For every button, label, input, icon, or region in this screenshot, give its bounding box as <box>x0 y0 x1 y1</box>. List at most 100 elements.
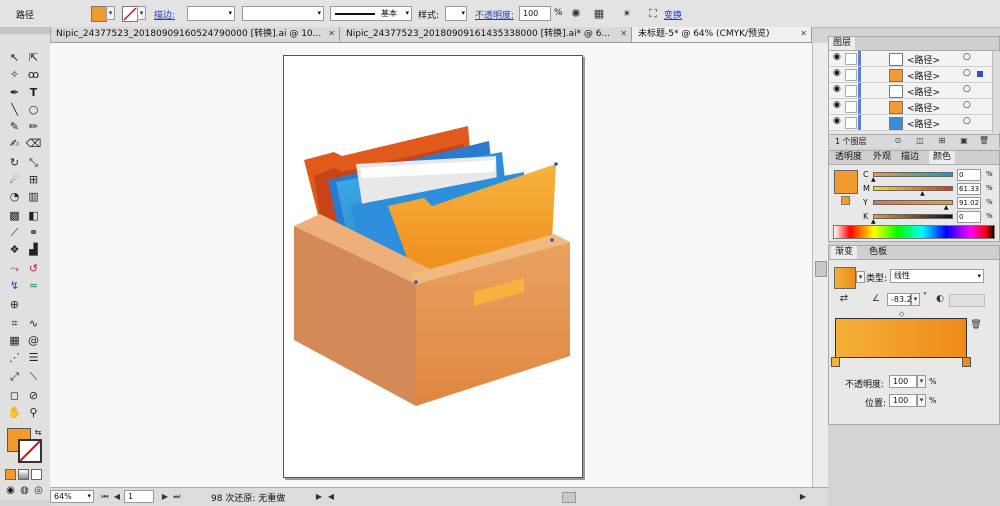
crosshair-tool-icon[interactable]: ⊕ <box>6 297 23 313</box>
gradient-thumbnail[interactable] <box>834 267 856 289</box>
transform-label[interactable]: 变换 <box>664 8 682 21</box>
opacity-field[interactable]: 100 <box>519 6 551 21</box>
target-circle-icon[interactable]: ○ <box>963 116 971 126</box>
new-layer-icon[interactable]: ▣ <box>957 134 971 148</box>
lock-toggle[interactable] <box>845 85 857 97</box>
clipping-mask-icon[interactable]: ◫ <box>913 134 927 148</box>
recolor-icon[interactable]: ✺ <box>569 7 583 21</box>
lasso-tool-icon[interactable]: ꝏ <box>25 67 42 83</box>
layer-row[interactable]: ◉ <路径> ○ <box>829 115 993 131</box>
mesh-tool-icon[interactable]: ▩ <box>6 208 23 224</box>
spiral-tool-icon[interactable]: @ <box>25 333 42 349</box>
zoom-field[interactable]: 64% ▾ <box>50 490 94 503</box>
channel-value[interactable]: 0 <box>957 211 981 223</box>
tab-color[interactable]: 颜色 <box>929 151 956 164</box>
rotate-tool-icon[interactable]: ↻ <box>6 155 23 171</box>
tab-document-3[interactable]: 未标题-5* @ 64% (CMYK/预览) ✕ <box>632 27 812 42</box>
close-icon[interactable]: ✕ <box>800 27 807 41</box>
stop-location-field[interactable]: 100 <box>889 394 917 407</box>
column-graph-tool-icon[interactable]: ▟ <box>25 242 42 258</box>
vertical-scrollbar[interactable] <box>812 43 828 487</box>
gradient-mode-icon[interactable] <box>18 469 29 480</box>
color-channel-c[interactable]: C ▲ 0% <box>829 169 993 183</box>
target-circle-icon[interactable]: ○ <box>963 68 971 78</box>
gradient-stop-end[interactable] <box>962 357 971 367</box>
layers-scrollbar[interactable] <box>992 51 1000 133</box>
slice-select-tool-icon[interactable]: ⊘ <box>25 388 42 404</box>
type-tool-icon[interactable]: T <box>25 85 42 101</box>
slider-handle-icon[interactable]: ▲ <box>944 204 949 211</box>
scatter-tool-icon[interactable]: ⋰ <box>6 350 23 366</box>
perspective-grid-tool-icon[interactable]: ▥ <box>25 189 42 205</box>
channel-value[interactable]: 0 <box>957 169 981 181</box>
grid-tool-icon[interactable]: ▦ <box>6 333 23 349</box>
channel-value[interactable]: 61.33 <box>957 183 981 195</box>
hand-tool-icon[interactable]: ✋ <box>6 405 23 421</box>
anchor-point[interactable] <box>414 280 418 284</box>
tab-swatches[interactable]: 色板 <box>865 246 891 259</box>
delete-stop-icon[interactable]: 🗑 <box>969 318 983 332</box>
tab-transparency[interactable]: 透明度 <box>831 151 866 164</box>
tab-document-2[interactable]: Nipic_24377523_20180909161435338000 [转换]… <box>340 27 632 42</box>
anchor-point[interactable] <box>550 238 554 242</box>
stop-opacity-dropdown[interactable]: ▾ <box>917 375 926 388</box>
lock-toggle[interactable] <box>845 101 857 113</box>
color-spectrum[interactable] <box>833 225 995 239</box>
blob-brush-tool-icon[interactable]: ✍ <box>6 136 23 152</box>
close-icon[interactable]: ✕ <box>328 27 335 41</box>
stroke-dropdown[interactable]: ▾ <box>137 6 146 20</box>
gradient-type-select[interactable]: 线性 ▾ <box>890 269 984 283</box>
color-channel-k[interactable]: K ▲ 0% <box>829 211 993 225</box>
style-swatch[interactable]: ▾ <box>445 6 467 21</box>
wave-tool-icon[interactable]: ≈ <box>25 278 42 294</box>
angle-dropdown[interactable]: ▾ <box>911 293 920 306</box>
slider-handle-icon[interactable]: ▲ <box>920 190 925 197</box>
tab-document-1[interactable]: Nipic_24377523_20180909160524790000 [转换]… <box>50 27 340 42</box>
channel-slider[interactable] <box>873 186 953 191</box>
stroke-weight-field[interactable]: ▾ <box>187 6 235 21</box>
lock-toggle[interactable] <box>845 69 857 81</box>
free-transform-tool-icon[interactable]: ⊞ <box>25 172 42 188</box>
none-mode-icon[interactable] <box>31 469 42 480</box>
angle-field[interactable]: -83.2 <box>887 293 912 306</box>
blend-tool-icon[interactable]: ⚭ <box>25 225 42 241</box>
warp-tool-icon[interactable]: ☄ <box>6 172 23 188</box>
scale-tool-icon[interactable]: ⤡ <box>25 155 42 171</box>
eye-icon[interactable]: ◉ <box>833 116 841 126</box>
gradient-preset-dropdown[interactable]: ▾ <box>856 271 865 283</box>
eye-icon[interactable]: ◉ <box>833 84 841 94</box>
channel-slider[interactable] <box>873 172 953 177</box>
opacity-label[interactable]: 不透明度: <box>475 8 514 21</box>
color-channel-y[interactable]: Y ▲ 91.02% <box>829 197 993 211</box>
close-icon[interactable]: ✕ <box>620 27 627 41</box>
shape-builder-tool-icon[interactable]: ◔ <box>6 189 23 205</box>
scroll-left-icon[interactable]: ◀ <box>324 490 338 504</box>
layer-row[interactable]: ◉ <路径> ○ <box>829 83 993 99</box>
gradient-stop-start[interactable] <box>831 357 840 367</box>
locate-object-icon[interactable]: ⊙ <box>891 134 905 148</box>
selection-tool-icon[interactable]: ↖ <box>6 50 23 66</box>
magic-wand-tool-icon[interactable]: ✧ <box>6 67 23 83</box>
pencil-tool-icon[interactable]: ✏ <box>25 119 42 135</box>
envelope-tool-icon[interactable]: ⌗ <box>6 316 23 332</box>
file-box-illustration[interactable] <box>284 56 582 477</box>
variable-width-field[interactable]: ▾ <box>242 6 324 21</box>
twirl-tool-icon[interactable]: ↺ <box>25 261 42 277</box>
scroll-right-icon[interactable]: ▶ <box>796 490 810 504</box>
anchor-point[interactable] <box>554 162 558 166</box>
stop-location-dropdown[interactable]: ▾ <box>917 394 926 407</box>
gradient-tool-icon[interactable]: ◧ <box>25 208 42 224</box>
slider-handle-icon[interactable]: ▲ <box>871 176 876 183</box>
target-circle-icon[interactable]: ○ <box>963 52 971 62</box>
paintbrush-tool-icon[interactable]: ✎ <box>6 119 23 135</box>
isolate-icon[interactable]: ✴ <box>620 7 634 21</box>
align-icon[interactable]: ▦ <box>592 7 606 21</box>
ellipse-tool-icon[interactable]: ○ <box>25 102 42 118</box>
artboard-tool-icon[interactable]: ◻ <box>6 388 23 404</box>
horizontal-scroll-thumb[interactable] <box>562 492 576 503</box>
width-tool-icon[interactable]: ⤳ <box>6 261 23 277</box>
eraser-tool-icon[interactable]: ⌫ <box>25 136 42 152</box>
target-circle-icon[interactable]: ○ <box>963 84 971 94</box>
puppet-warp-tool-icon[interactable]: ↯ <box>6 278 23 294</box>
new-sublayer-icon[interactable]: ⊞ <box>935 134 949 148</box>
